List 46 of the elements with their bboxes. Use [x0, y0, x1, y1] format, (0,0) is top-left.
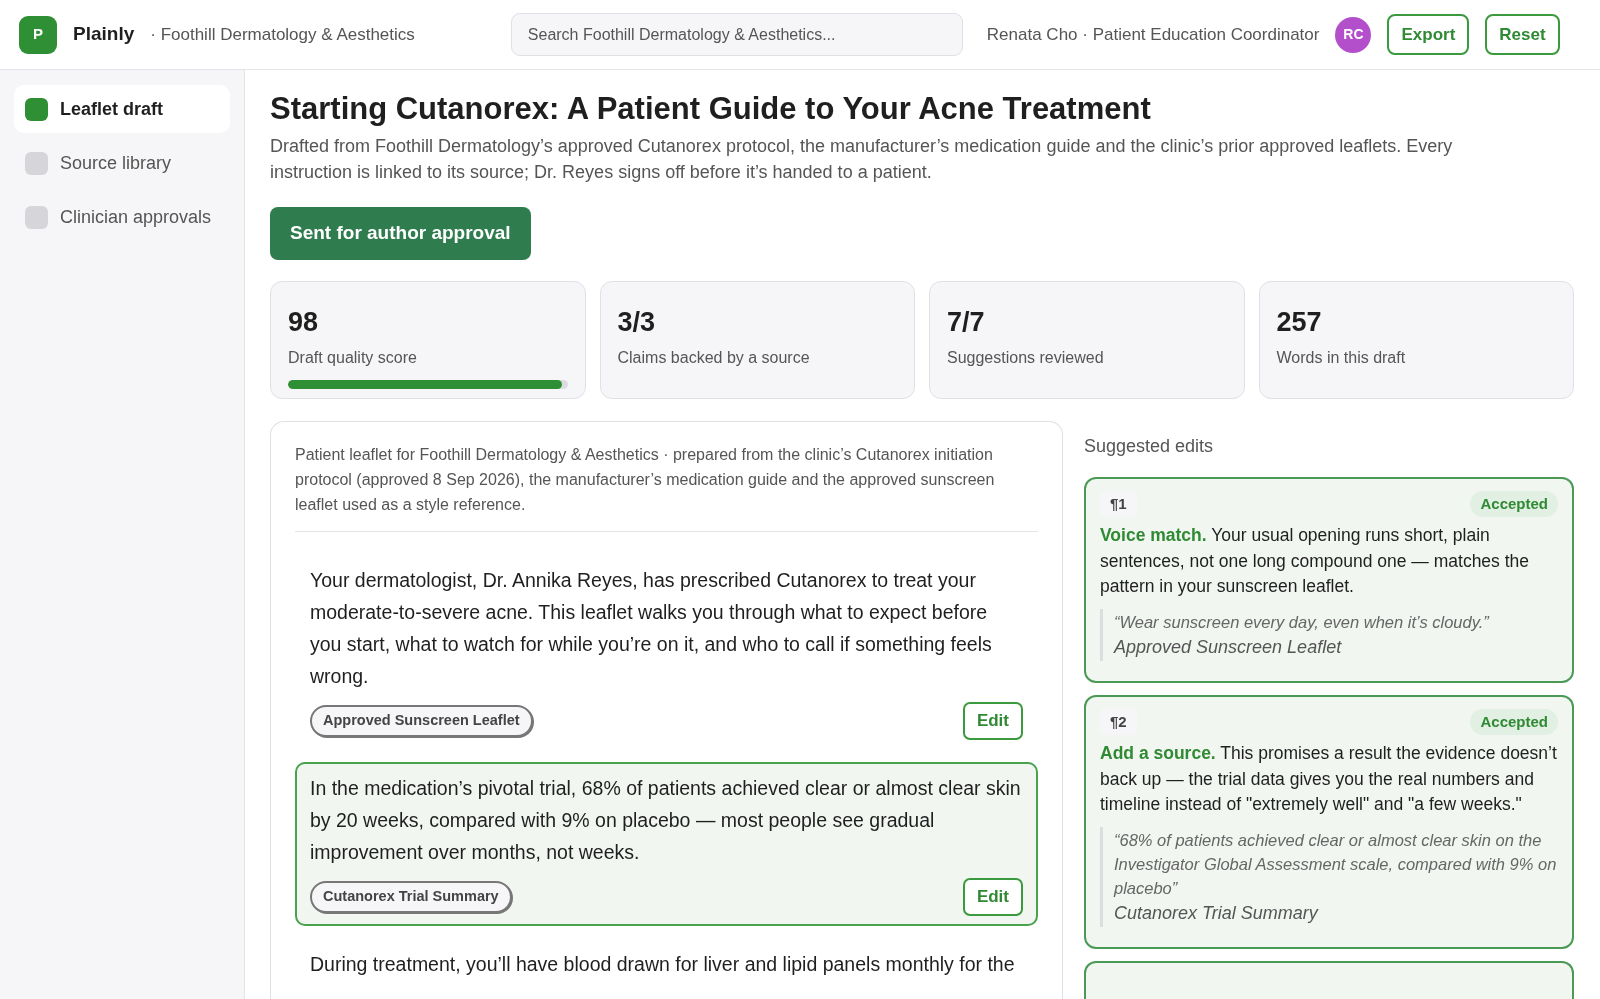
paragraph-reference: ¶2 [1100, 708, 1137, 736]
quote-source: Cutanorex Trial Summary [1114, 901, 1320, 925]
quote-source: Approved Sunscreen Leaflet [1114, 635, 1343, 659]
stat-label: Draft quality score [288, 348, 418, 369]
page-title: Starting Cutanorex: A Patient Guide to Your Acne Treatment [270, 90, 1152, 128]
stat-value: 7/7 [947, 305, 986, 339]
reset-button[interactable]: Reset [1485, 14, 1560, 55]
source-quote: “68% of patients achieved clear or almost clear skin on the Investigator Global Assessment scale, compared with 9% on placebo” [1114, 829, 1558, 899]
stat-label: Words in this draft [1276, 348, 1407, 369]
stat-value: 3/3 [617, 305, 657, 339]
organization-name: · Foothill Dermatology & Aesthetics [150, 23, 415, 46]
status-badge: Accepted [1470, 490, 1558, 518]
leaflet-paragraph-block[interactable] [295, 761, 1038, 926]
sidebar-item[interactable]: Clinician approvals [14, 193, 230, 241]
edit-button[interactable]: Edit [962, 701, 1023, 740]
leaflet-intro: Patient leaflet for Foothill Dermatology & Aesthetics · prepared from the clinic’s Cutanorex initiation protocol (approved 8 Sep 2026), the manufacturer’s medication guide and the approved sunscreen leaflet used as a style reference. [295, 441, 1038, 532]
edit-button[interactable]: Edit [962, 877, 1023, 916]
app-name: Plainly [73, 22, 135, 47]
stat-label: Claims backed by a source [617, 348, 811, 369]
stat-value: 257 [1276, 305, 1323, 339]
leaflet-paragraph: During treatment, you’ll have blood drawn for liver and lipid panels monthly for the [310, 951, 1016, 977]
user-name: Renata Cho · Patient Education Coordinator [986, 23, 1320, 46]
leaflet-paragraph-block[interactable]: During treatment, you’ll have blood drawn for liver and lipid panels monthly for the [295, 937, 1038, 990]
sidebar-item-icon [25, 151, 48, 175]
leaflet-paragraph: Your dermatologist, Dr. Annika Reyes, has prescribed Cutanorex to treat your moderate-to-severe acne. This leaflet walks you through what to expect before you start, what to watch for while you’re on it, and who to call if something feels wrong. [310, 567, 993, 689]
sidebar-item-icon [25, 205, 48, 229]
app-logo: P [19, 15, 57, 54]
user-avatar[interactable]: RC [1335, 16, 1372, 53]
page-description: Drafted from Foothill Dermatology’s approved Cutanorex protocol, the manufacturer’s medication guide and the clinic’s prior approved leaflets. Every instruction is linked to its source; Dr. Reyes signs off before it’s handed to a patient. [270, 134, 1454, 184]
search-field[interactable]: Search Foothill Dermatology & Aesthetics... [510, 13, 963, 56]
source-quote: “Wear sunscreen every day, even when it’s cloudy.” [1114, 611, 1491, 633]
suggestion-text: Add a source. This promises a result the evidence doesn’t back up — the trial data gives you the real numbers and timeline instead of "extremely well" and "a few weeks." [1100, 742, 1558, 817]
stat-label: Suggestions reviewed [947, 348, 1105, 369]
paragraph-reference: ¶1 [1100, 490, 1137, 518]
source-tag[interactable]: Approved Sunscreen Leaflet [310, 704, 533, 737]
source-tag[interactable]: Cutanorex Trial Summary [310, 880, 512, 913]
leaflet-paragraph: In the medication’s pivotal trial, 68% of patients achieved clear or almost clear skin by 20 weeks, compared with 9% on placebo — most people see gradual improvement over months, not weeks. [310, 775, 1022, 865]
sidebar-item[interactable]: Leaflet draft [14, 85, 230, 133]
export-button[interactable]: Export [1387, 14, 1470, 55]
status-badge: Accepted [1470, 708, 1558, 736]
stat-value: 98 [288, 305, 320, 339]
sidebar-item[interactable]: Source library [14, 139, 230, 187]
suggestions-title: Suggested edits [1084, 434, 1215, 458]
sidebar-item-icon [25, 97, 48, 121]
suggestion-text: Voice match. Your usual opening runs short, plain sentences, not one long compound one — matches the pattern in your sunscreen leaflet. [1100, 524, 1531, 599]
status-button[interactable]: Sent for author approval [270, 206, 531, 260]
